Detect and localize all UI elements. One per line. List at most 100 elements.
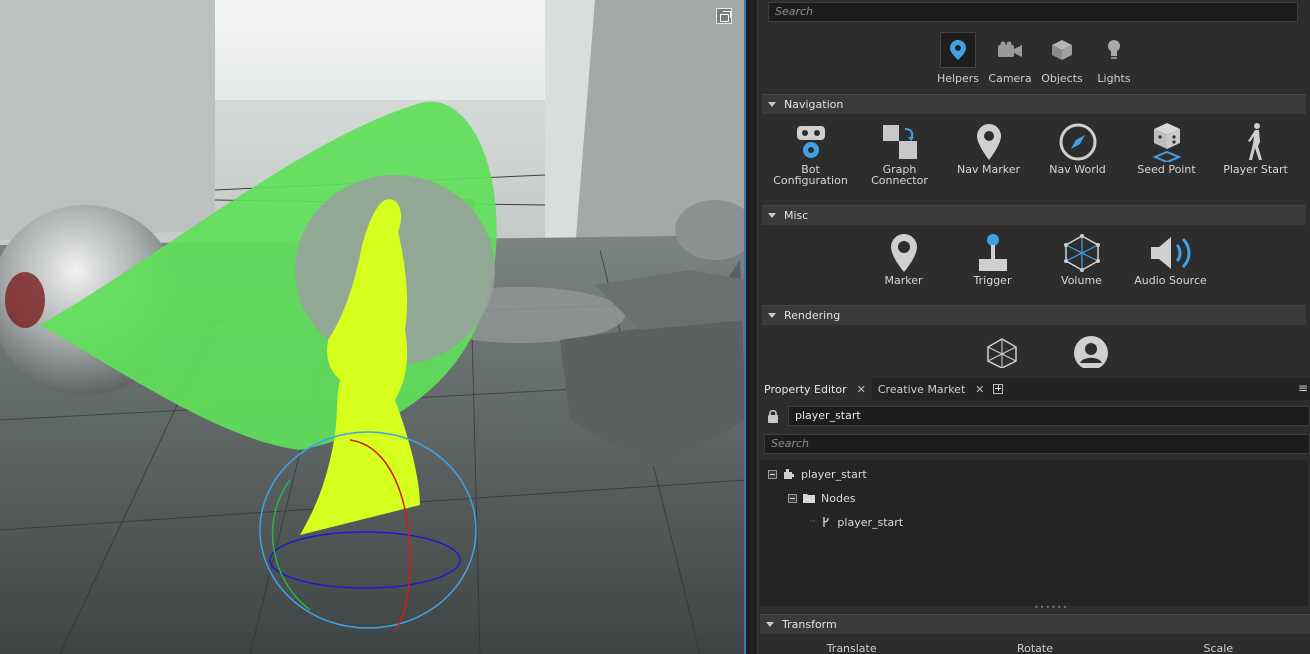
compass-icon [1059,123,1096,161]
item-label: Seed Point [1137,163,1196,176]
section-title: Transform [782,618,837,631]
graph-connector-icon [882,125,917,159]
section-title: Navigation [784,98,844,111]
item-label: Nav Marker [957,163,1020,176]
tab-label: Camera [988,72,1032,85]
tab-label: Creative Market [877,382,966,396]
node-tree: player_start Nodes ┈ player_start [760,460,1308,606]
tab-label: Objects [1041,72,1083,85]
panel-splitter[interactable] [746,0,758,654]
tab-lights[interactable]: Lights [1090,32,1138,88]
lock-icon[interactable] [758,409,788,423]
item-audio-source[interactable]: Audio Source [1126,231,1215,286]
item-rendering-mesh[interactable] [957,331,1046,368]
item-bot-configuration[interactable]: Bot Configuration [766,120,855,186]
tab-objects[interactable]: Objects [1038,32,1086,88]
misc-items: Marker Trigger Volume Audio Source [762,225,1306,305]
object-name-row: player_start [758,404,1310,428]
palette-search-input[interactable]: Search [768,2,1298,22]
mesh-icon [986,338,1017,368]
bot-configuration-icon [796,126,825,158]
section-title: Misc [784,209,809,222]
tree-node-label: Nodes [821,491,856,505]
tree-leaf-node[interactable]: ┈ player_start [810,512,903,532]
folder-icon [803,494,815,503]
volume-mesh-icon [1063,234,1100,272]
section-rendering[interactable]: Rendering [762,305,1306,325]
speaker-icon [1150,237,1190,269]
tree-connector: ┈ [810,517,816,527]
plus-icon [993,384,1004,394]
tab-creative-market[interactable]: Creative Market ✕ [872,378,991,400]
property-search-input[interactable]: Search [764,434,1310,454]
item-label-line2: Connector [871,174,928,187]
section-misc[interactable]: Misc [762,205,1306,225]
rotate-header: Rotate [1016,642,1053,654]
cube-icon [1052,40,1072,60]
item-seed-point[interactable]: Seed Point [1122,120,1211,175]
item-rendering-probe[interactable] [1046,331,1135,368]
item-label: Player Start [1223,163,1288,176]
resize-handle[interactable]: •••••• [1034,604,1067,612]
bulb-icon [1108,40,1120,59]
branch-node-icon [823,517,830,527]
tab-label: Property Editor [764,382,847,396]
item-graph-connector[interactable]: Graph Connector [855,120,944,186]
section-transform[interactable]: Transform [760,614,1310,634]
item-player-start[interactable]: Player Start [1211,120,1300,175]
item-label: Audio Source [1134,274,1207,287]
tab-property-editor[interactable]: Property Editor ✕ [758,378,872,400]
tab-camera[interactable]: Camera [986,32,1034,88]
close-icon[interactable]: ✕ [975,383,984,396]
section-title: Rendering [784,309,841,322]
dock-tabs: Property Editor ✕ Creative Market ✕ ≡ [758,378,1310,400]
tab-helpers[interactable]: Helpers [934,32,982,88]
add-tab-button[interactable] [990,378,1006,400]
collapse-triangle-icon [768,313,776,318]
collapse-triangle-icon [766,622,774,627]
collapse-triangle-icon [768,102,776,107]
item-nav-marker[interactable]: Nav Marker [944,120,1033,175]
item-label-line2: Configuration [773,174,848,187]
rendering-items [762,325,1306,368]
scene-viewport[interactable] [0,0,746,654]
close-icon[interactable]: ✕ [857,383,866,396]
collapse-toggle-icon[interactable] [788,493,797,503]
item-label: Nav World [1049,163,1106,176]
tree-node-label: player_start [837,515,904,529]
item-nav-world[interactable]: Nav World [1033,120,1122,175]
camera-icon [998,41,1022,57]
nav-marker-icon [976,124,1001,160]
translate-header: Translate [826,642,877,654]
item-trigger[interactable]: Trigger [948,231,1037,286]
puzzle-node-icon [784,469,794,479]
section-navigation[interactable]: Navigation [762,94,1306,114]
scale-header: Scale [1203,642,1234,654]
category-tabs: Helpers Camera Objects Lights [934,32,1138,88]
tree-folder-node[interactable]: Nodes [788,488,855,508]
scene-render [0,0,744,654]
tree-node-label: player_start [801,467,867,481]
collapse-toggle-icon[interactable] [768,469,777,479]
item-label: Marker [884,274,923,287]
object-name-field[interactable]: player_start [788,406,1310,426]
helpers-palette: Navigation Bot Configuration Graph Conne… [762,94,1306,368]
right-panel: Search Helpers Camera Objects Lights Nav… [758,0,1310,654]
maximize-viewport-button[interactable] [716,8,732,24]
collapse-triangle-icon [768,213,776,218]
joystick-icon [978,234,1007,271]
navigation-items: Bot Configuration Graph Connector Nav Ma… [762,114,1306,205]
item-marker[interactable]: Marker [859,231,948,286]
tab-label: Lights [1097,72,1131,85]
dice-icon [1151,123,1182,162]
marker-icon [890,234,917,272]
item-label: Volume [1061,274,1102,287]
walking-person-icon [1247,123,1262,160]
tab-label: Helpers [936,72,980,85]
reflection-probe-icon [1073,336,1108,368]
tree-root-node[interactable]: player_start [768,464,867,484]
map-pin-icon [950,40,966,60]
panel-menu-icon[interactable]: ≡ [1298,378,1310,400]
item-volume[interactable]: Volume [1037,231,1126,286]
transform-columns: Translate Rotate Scale [760,636,1310,654]
